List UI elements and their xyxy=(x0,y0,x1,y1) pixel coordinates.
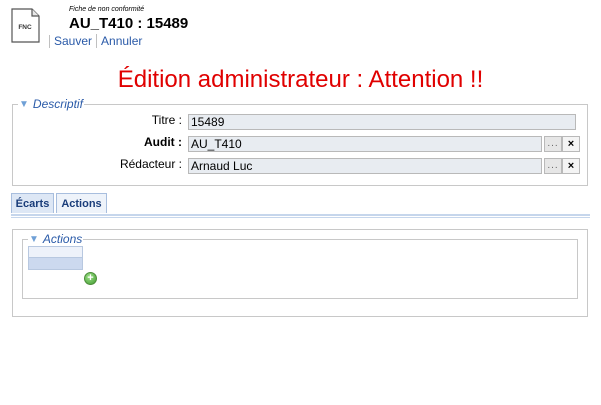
redacteur-clear-button[interactable]: × xyxy=(562,158,580,174)
toolbar: Sauver Annuler xyxy=(49,34,146,48)
collapse-triangle-icon: ▼ xyxy=(29,233,39,245)
collapse-triangle-icon: ▼ xyxy=(19,98,29,110)
actions-list-header xyxy=(28,246,83,258)
audit-browse-button[interactable]: ... xyxy=(544,136,562,152)
cancel-button[interactable]: Annuler xyxy=(96,34,142,48)
tab-underline-secondary xyxy=(11,217,590,218)
tab-ecarts[interactable]: Écarts xyxy=(11,193,54,213)
redacteur-browse-button[interactable]: ... xyxy=(544,158,562,174)
add-action-button[interactable]: + xyxy=(84,272,97,285)
redacteur-field[interactable]: Arnaud Luc xyxy=(188,158,542,174)
actions-list-row[interactable] xyxy=(28,258,83,270)
tab-actions[interactable]: Actions xyxy=(56,193,107,213)
actions-legend-label: Actions xyxy=(42,232,83,246)
audit-label: Audit : xyxy=(144,135,182,149)
document-icon: FNC xyxy=(11,8,40,43)
redacteur-label: Rédacteur : xyxy=(119,157,182,171)
titre-field[interactable]: 15489 xyxy=(188,114,576,130)
actions-section xyxy=(22,239,578,299)
toolbar-separator xyxy=(49,34,50,48)
document-subtitle: Fiche de non conformité xyxy=(69,6,145,13)
document-icon-label: FNC xyxy=(18,24,32,31)
titre-label: Titre : xyxy=(151,113,182,127)
tab-underline xyxy=(11,214,590,216)
audit-clear-button[interactable]: × xyxy=(562,136,580,152)
descriptif-legend[interactable]: ▼ Descriptif xyxy=(18,97,84,111)
descriptif-legend-label: Descriptif xyxy=(32,97,83,111)
audit-field[interactable]: AU_T410 xyxy=(188,136,542,152)
plus-icon: + xyxy=(87,271,94,284)
admin-warning-message: Édition administrateur : Attention !! xyxy=(117,66,484,93)
page-title: AU_T410 : 15489 xyxy=(69,15,189,32)
save-button[interactable]: Sauver xyxy=(54,34,92,48)
actions-legend[interactable]: ▼ Actions xyxy=(28,232,84,246)
